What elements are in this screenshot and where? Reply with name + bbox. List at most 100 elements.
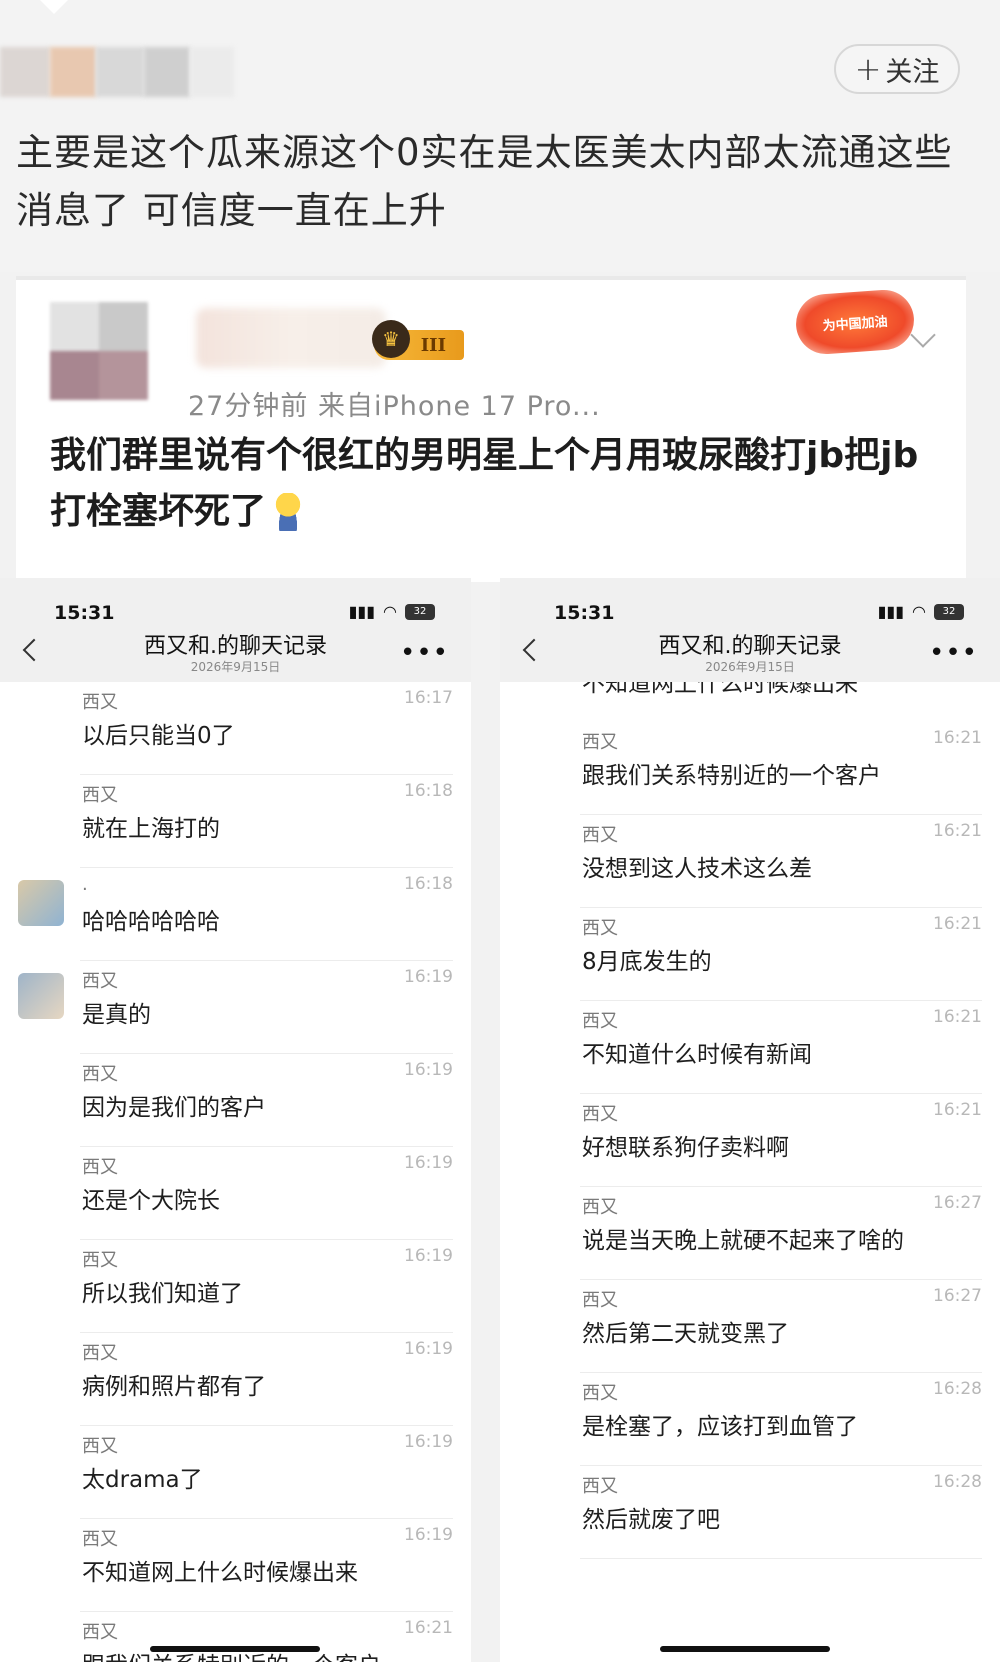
message-sender: 西又 bbox=[82, 971, 118, 992]
message-text: 就在上海打的 bbox=[82, 816, 220, 842]
message-text: 不知道网上什么时候爆出来 bbox=[82, 1560, 358, 1586]
message-time: 16:21 bbox=[404, 1618, 453, 1638]
signal-icon: ▮▮▮ bbox=[348, 602, 376, 621]
list-item[interactable]: 西又 16:28 是栓塞了，应该打到血管了 bbox=[580, 1373, 982, 1466]
message-time: 16:19 bbox=[404, 1339, 453, 1359]
message-time: 16:19 bbox=[404, 1525, 453, 1545]
list-item[interactable]: 西又 16:28 然后就废了吧 bbox=[580, 1466, 982, 1559]
blurred-username bbox=[196, 308, 386, 368]
battery-icon: 32 bbox=[405, 603, 435, 620]
blurred-username bbox=[0, 44, 250, 100]
status-bar: 15:31 ▮▮▮ ◠ 32 bbox=[0, 578, 471, 624]
message-sender: 西又 bbox=[82, 1529, 118, 1550]
list-item[interactable]: 西又 16:19 病例和照片都有了 bbox=[80, 1333, 453, 1426]
message-text: 是真的 bbox=[82, 1002, 151, 1028]
weibo-post: + 关注 主要是这个瓜来源这个0实在是太医美太内部太流通这些消息了 可信度一直在… bbox=[0, 0, 1000, 272]
message-text: 不知道网上什么时候爆出来 bbox=[582, 682, 858, 697]
message-sender: 西又 bbox=[582, 1290, 618, 1311]
message-list: 西又 16:17 以后只能当0了 西又 16:18 就在上海打的 . 16:18… bbox=[0, 682, 471, 1662]
list-item[interactable]: 西又 16:19 所以我们知道了 bbox=[80, 1240, 453, 1333]
message-sender: 西又 bbox=[82, 1157, 118, 1178]
message-sender: . bbox=[82, 874, 88, 895]
list-item[interactable]: 西又 16:19 还是个大院长 bbox=[80, 1147, 453, 1240]
message-time: 16:27 bbox=[933, 1193, 982, 1213]
message-text: 然后就废了吧 bbox=[582, 1507, 720, 1533]
list-item[interactable]: 西又 16:21 不知道什么时候有新闻 bbox=[580, 1001, 982, 1094]
chat-screenshot-right: 15:31 ▮▮▮ ◠ 32 西又和.的聊天记录 2026年9月15日 ••• … bbox=[500, 578, 1000, 1662]
emoji-icon bbox=[274, 493, 303, 531]
message-sender: 西又 bbox=[82, 692, 118, 713]
list-item[interactable]: 西又 16:21 没想到这人技术这么差 bbox=[580, 815, 982, 908]
message-text: 好想联系狗仔卖料啊 bbox=[582, 1135, 789, 1161]
list-item[interactable]: 西又 16:27 说是当天晚上就硬不起来了啥的 bbox=[580, 1187, 982, 1280]
crown-icon: ♛ bbox=[372, 320, 410, 358]
message-list: 不知道网上什么时候爆出来 西又 16:21 跟我们关系特别近的一个客户 西又 1… bbox=[500, 682, 1000, 1559]
home-indicator bbox=[150, 1646, 320, 1652]
message-text: 所以我们知道了 bbox=[82, 1281, 243, 1307]
message-text: 不知道什么时候有新闻 bbox=[582, 1042, 812, 1068]
message-sender: 西又 bbox=[582, 1383, 618, 1404]
message-time: 16:21 bbox=[933, 1007, 982, 1027]
list-item[interactable]: 西又 16:27 然后第二天就变黑了 bbox=[580, 1280, 982, 1373]
wifi-icon: ◠ bbox=[383, 602, 397, 621]
message-time: 16:18 bbox=[404, 874, 453, 894]
message-time: 16:19 bbox=[404, 1153, 453, 1173]
message-sender: 西又 bbox=[82, 1064, 118, 1085]
list-item[interactable]: 西又 16:19 因为是我们的客户 bbox=[80, 1054, 453, 1147]
wifi-icon: ◠ bbox=[912, 602, 926, 621]
chat-nav-bar: 西又和.的聊天记录 2026年9月15日 ••• bbox=[0, 620, 471, 682]
message-text: 太drama了 bbox=[82, 1467, 203, 1493]
message-text: 病例和照片都有了 bbox=[82, 1374, 266, 1400]
message-sender: 西又 bbox=[582, 825, 618, 846]
avatar[interactable] bbox=[50, 302, 148, 400]
message-time: 16:19 bbox=[404, 1432, 453, 1452]
plus-icon: + bbox=[854, 50, 882, 88]
post-meta: 27分钟前 来自iPhone 17 Pro... bbox=[188, 391, 601, 422]
list-item[interactable]: 西又 16:21 跟我们关系特别近的一个客户 bbox=[80, 1612, 453, 1662]
message-text: 以后只能当0了 bbox=[82, 723, 235, 749]
message-text: 跟我们关系特别近的一个客户 bbox=[582, 763, 881, 789]
message-text: 哈哈哈哈哈哈 bbox=[82, 909, 220, 935]
chat-title: 西又和.的聊天记录 bbox=[658, 634, 842, 659]
chevron-down-icon[interactable] bbox=[910, 322, 936, 348]
message-sender: 西又 bbox=[582, 1104, 618, 1125]
list-item[interactable]: 西又 16:19 是真的 bbox=[18, 961, 453, 1054]
message-time: 16:27 bbox=[933, 1286, 982, 1306]
message-sender: 西又 bbox=[82, 1622, 118, 1643]
message-time: 16:21 bbox=[933, 914, 982, 934]
home-indicator bbox=[660, 1646, 830, 1652]
message-sender: 西又 bbox=[82, 1250, 118, 1271]
message-time: 16:21 bbox=[933, 728, 982, 748]
list-item[interactable]: 西又 16:17 以后只能当0了 bbox=[80, 682, 453, 775]
list-item[interactable]: . 16:18 哈哈哈哈哈哈 bbox=[18, 868, 453, 961]
list-item: 不知道网上什么时候爆出来 bbox=[580, 682, 1000, 722]
message-time: 16:19 bbox=[404, 1246, 453, 1266]
battery-icon: 32 bbox=[934, 603, 964, 620]
message-time: 16:21 bbox=[933, 1100, 982, 1120]
message-text: 没想到这人技术这么差 bbox=[582, 856, 812, 882]
avatar[interactable] bbox=[18, 880, 64, 926]
more-icon[interactable]: ••• bbox=[400, 638, 449, 668]
message-text: 因为是我们的客户 bbox=[82, 1095, 266, 1121]
list-item[interactable]: 西又 16:19 太drama了 bbox=[80, 1426, 453, 1519]
list-item[interactable]: 西又 16:21 8月底发生的 bbox=[580, 908, 982, 1001]
status-bar: 15:31 ▮▮▮ ◠ 32 bbox=[500, 578, 1000, 624]
message-time: 16:17 bbox=[404, 688, 453, 708]
message-text: 然后第二天就变黑了 bbox=[582, 1321, 789, 1347]
reposted-card[interactable]: III ♛ 为中国加油 27分钟前 来自iPhone 17 Pro... 我们群… bbox=[16, 276, 966, 582]
message-sender: 西又 bbox=[82, 1343, 118, 1364]
signal-icon: ▮▮▮ bbox=[877, 602, 905, 621]
avatar[interactable] bbox=[18, 973, 64, 1019]
list-item[interactable]: 西又 16:19 不知道网上什么时候爆出来 bbox=[80, 1519, 453, 1612]
list-item[interactable]: 西又 16:21 跟我们关系特别近的一个客户 bbox=[580, 722, 982, 815]
message-sender: 西又 bbox=[582, 732, 618, 753]
message-time: 16:21 bbox=[933, 821, 982, 841]
chat-date: 2026年9月15日 bbox=[705, 660, 795, 674]
more-icon[interactable]: ••• bbox=[929, 638, 978, 668]
list-item[interactable]: 西又 16:21 好想联系狗仔卖料啊 bbox=[580, 1094, 982, 1187]
message-time: 16:19 bbox=[404, 1060, 453, 1080]
follow-button[interactable]: + 关注 bbox=[834, 44, 960, 94]
message-sender: 西又 bbox=[82, 785, 118, 806]
message-time: 16:18 bbox=[404, 781, 453, 801]
list-item[interactable]: 西又 16:18 就在上海打的 bbox=[80, 775, 453, 868]
